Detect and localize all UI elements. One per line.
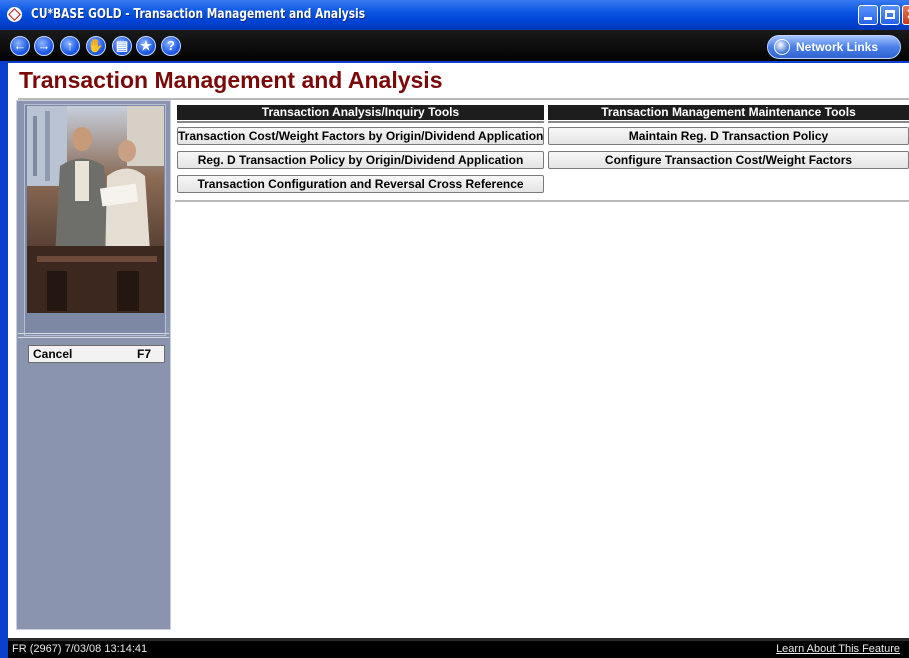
- cancel-shortcut: F7: [136, 347, 151, 361]
- content-divider: [175, 200, 909, 202]
- reg-d-policy-by-origin-button[interactable]: Reg. D Transaction Policy by Origin/Divi…: [177, 151, 544, 169]
- sidebar-divider: [18, 333, 169, 334]
- learn-about-feature-link[interactable]: Learn About This Feature: [776, 643, 900, 655]
- sidebar-divider: [18, 337, 169, 338]
- minimize-button[interactable]: [858, 5, 878, 25]
- config-reversal-xref-button[interactable]: Transaction Configuration and Reversal C…: [177, 175, 544, 193]
- window-titlebar: CU*BASE GOLD - Transaction Management an…: [0, 0, 909, 30]
- cancel-button[interactable]: Cancel F7: [28, 345, 165, 363]
- globe-icon: [774, 39, 790, 55]
- forward-icon[interactable]: →: [34, 36, 54, 56]
- print-icon[interactable]: ▤: [112, 36, 132, 56]
- window-title: CU*BASE GOLD - Transaction Management an…: [31, 7, 366, 22]
- back-icon[interactable]: ←: [10, 36, 30, 56]
- maintenance-tools-header: Transaction Management Maintenance Tools: [548, 105, 909, 120]
- status-bar: FR (2967) 7/03/08 13:14:41 Learn About T…: [8, 638, 909, 658]
- header-underline: [548, 121, 909, 123]
- maintain-reg-d-policy-button[interactable]: Maintain Reg. D Transaction Policy: [548, 127, 909, 145]
- header-underline: [177, 121, 544, 123]
- network-links-label: Network Links: [796, 40, 879, 54]
- network-links-button[interactable]: Network Links: [767, 35, 901, 59]
- status-info: FR (2967) 7/03/08 13:14:41: [12, 643, 148, 655]
- navigation-toolbar: ← → ↑ ✋ ▤ ★ ? Network Links: [0, 30, 909, 63]
- analysis-tools-header: Transaction Analysis/Inquiry Tools: [177, 105, 544, 120]
- status-bar-shade: [8, 638, 909, 641]
- maximize-button[interactable]: [880, 5, 900, 25]
- favorites-icon[interactable]: ★: [136, 36, 156, 56]
- hand-icon[interactable]: ✋: [86, 36, 106, 56]
- close-window-button[interactable]: [902, 5, 909, 25]
- configure-cost-weight-button[interactable]: Configure Transaction Cost/Weight Factor…: [548, 151, 909, 169]
- app-logo-icon: [7, 7, 22, 22]
- page-title: Transaction Management and Analysis: [19, 67, 443, 93]
- help-icon[interactable]: ?: [161, 36, 181, 56]
- business-people-photo: [27, 106, 164, 313]
- up-icon[interactable]: ↑: [60, 36, 80, 56]
- cost-weight-factors-button[interactable]: Transaction Cost/Weight Factors by Origi…: [177, 127, 544, 145]
- cancel-label: Cancel: [33, 347, 73, 361]
